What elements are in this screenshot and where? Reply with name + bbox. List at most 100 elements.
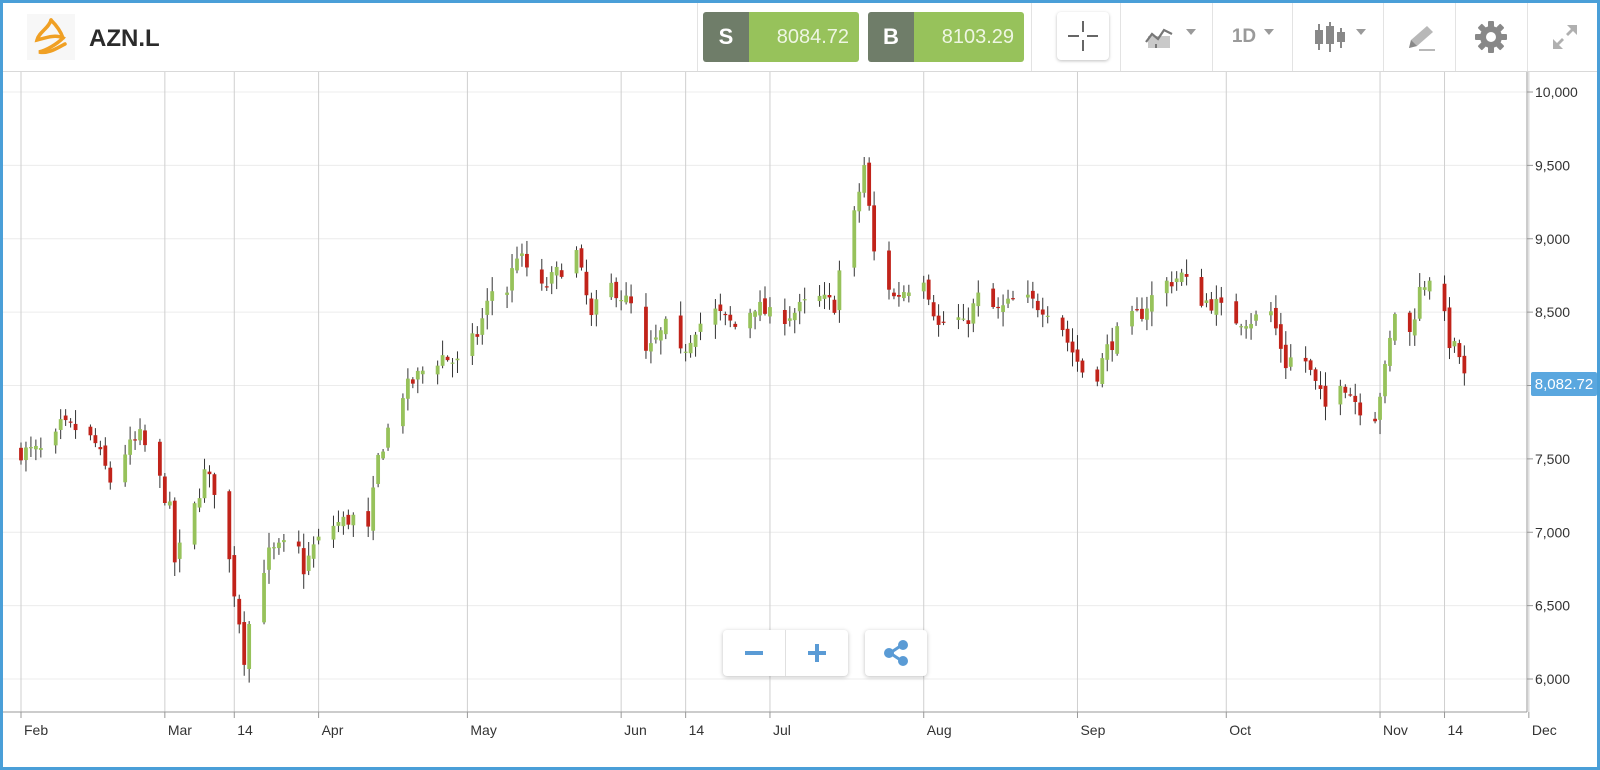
candle-up <box>649 343 653 352</box>
buy-button[interactable]: B 8103.29 <box>868 12 1024 62</box>
candle-up <box>1214 298 1219 315</box>
toolbar-divider <box>1292 3 1293 71</box>
candle-up <box>1100 358 1105 385</box>
candle-down <box>1169 282 1174 287</box>
candle-up <box>262 572 266 623</box>
candle-down <box>1462 355 1467 374</box>
crosshair-button[interactable] <box>1057 12 1109 60</box>
candle-down <box>827 294 832 298</box>
share-icon <box>884 640 908 666</box>
candle-down <box>1407 312 1412 332</box>
candle-up <box>485 300 490 315</box>
fullscreen-button[interactable] <box>1537 3 1593 71</box>
chevron-down-icon <box>1356 29 1366 35</box>
candle-up <box>470 333 475 356</box>
candle-up <box>33 445 38 450</box>
candle-up <box>1388 337 1392 366</box>
candle-down <box>733 323 738 327</box>
candle-up <box>381 451 385 459</box>
candle-up <box>123 454 128 483</box>
crosshair-icon <box>1068 21 1098 51</box>
candle-up <box>371 487 376 531</box>
y-tick-label: 9,000 <box>1535 231 1570 247</box>
draw-tools-button[interactable] <box>1395 3 1447 71</box>
toolbar-divider <box>1383 3 1384 71</box>
candle-up <box>401 398 405 427</box>
candle-down <box>678 315 683 349</box>
candle-up <box>663 318 668 335</box>
candle-down <box>589 298 594 316</box>
zoom-controls <box>723 630 848 676</box>
candle-down <box>544 286 549 288</box>
candle-up <box>787 318 792 321</box>
share-button[interactable] <box>865 630 927 676</box>
candle-up <box>961 318 966 320</box>
candle-down <box>1040 309 1045 315</box>
candle-style-dropdown[interactable] <box>1303 3 1375 71</box>
candle-down <box>1278 324 1283 349</box>
candle-down <box>232 555 237 597</box>
interval-dropdown[interactable]: 1D <box>1223 3 1283 71</box>
candle-up <box>331 525 336 540</box>
candle-down <box>172 500 177 563</box>
y-tick-label: 7,000 <box>1535 524 1570 540</box>
candle-down <box>88 426 93 436</box>
candle-up <box>624 295 629 303</box>
candle-up <box>1145 308 1149 320</box>
candle-down <box>98 447 103 450</box>
candle-down <box>73 423 78 431</box>
candle-up <box>58 419 63 430</box>
candle-up <box>450 362 455 364</box>
candle-up <box>688 342 693 354</box>
pencil-icon <box>1409 26 1435 51</box>
candle-up <box>267 547 271 570</box>
candle-down <box>1343 386 1348 393</box>
candle-down <box>867 162 872 206</box>
candle-up <box>753 311 757 317</box>
zoom-in-button[interactable] <box>786 630 848 676</box>
sell-button[interactable]: S 8084.72 <box>703 12 859 62</box>
candle-up <box>1001 305 1005 312</box>
candle-up <box>549 272 554 284</box>
y-tick-label: 10,000 <box>1535 84 1578 100</box>
x-tick-label: May <box>470 722 496 738</box>
candle-down <box>644 306 648 351</box>
candle-up <box>24 447 28 461</box>
candle-up <box>976 292 981 307</box>
candle-down <box>1273 307 1278 329</box>
candle-down <box>1075 349 1080 362</box>
candle-up <box>1244 326 1249 329</box>
x-tick-label: Nov <box>1383 722 1408 738</box>
candle-down <box>941 321 946 323</box>
candle-up <box>480 318 485 335</box>
candle-up <box>192 503 197 545</box>
settings-button[interactable] <box>1465 3 1517 71</box>
candle-up <box>336 521 341 526</box>
toolbar-divider <box>697 3 698 71</box>
candle-up <box>1412 319 1417 336</box>
candle-down <box>1323 385 1328 407</box>
y-tick-label: 6,000 <box>1535 671 1570 687</box>
candle-down <box>1457 343 1462 358</box>
candle-down <box>1095 369 1100 382</box>
candle-down <box>1080 360 1085 373</box>
candle-up <box>837 270 842 311</box>
candle-up <box>1174 278 1179 283</box>
candle-up <box>901 292 906 299</box>
chart-toolbar: AZN.L S 8084.72 B 8103.29 1D <box>3 3 1597 72</box>
line-chart-icon <box>1145 28 1173 48</box>
chart-type-dropdown[interactable] <box>1135 3 1205 71</box>
candle-up <box>38 448 43 450</box>
zoom-out-button[interactable] <box>723 630 785 676</box>
candle-up <box>1130 310 1134 327</box>
candle-down <box>525 253 529 268</box>
expand-icon <box>1553 25 1577 49</box>
candle-up <box>554 266 559 276</box>
candle-down <box>931 302 936 317</box>
candle-up <box>510 268 514 291</box>
candle-up <box>1164 280 1169 294</box>
candle-down <box>1303 357 1308 362</box>
candle-up <box>797 301 802 312</box>
x-tick-label: Mar <box>168 722 192 738</box>
sell-label: S <box>703 12 749 62</box>
